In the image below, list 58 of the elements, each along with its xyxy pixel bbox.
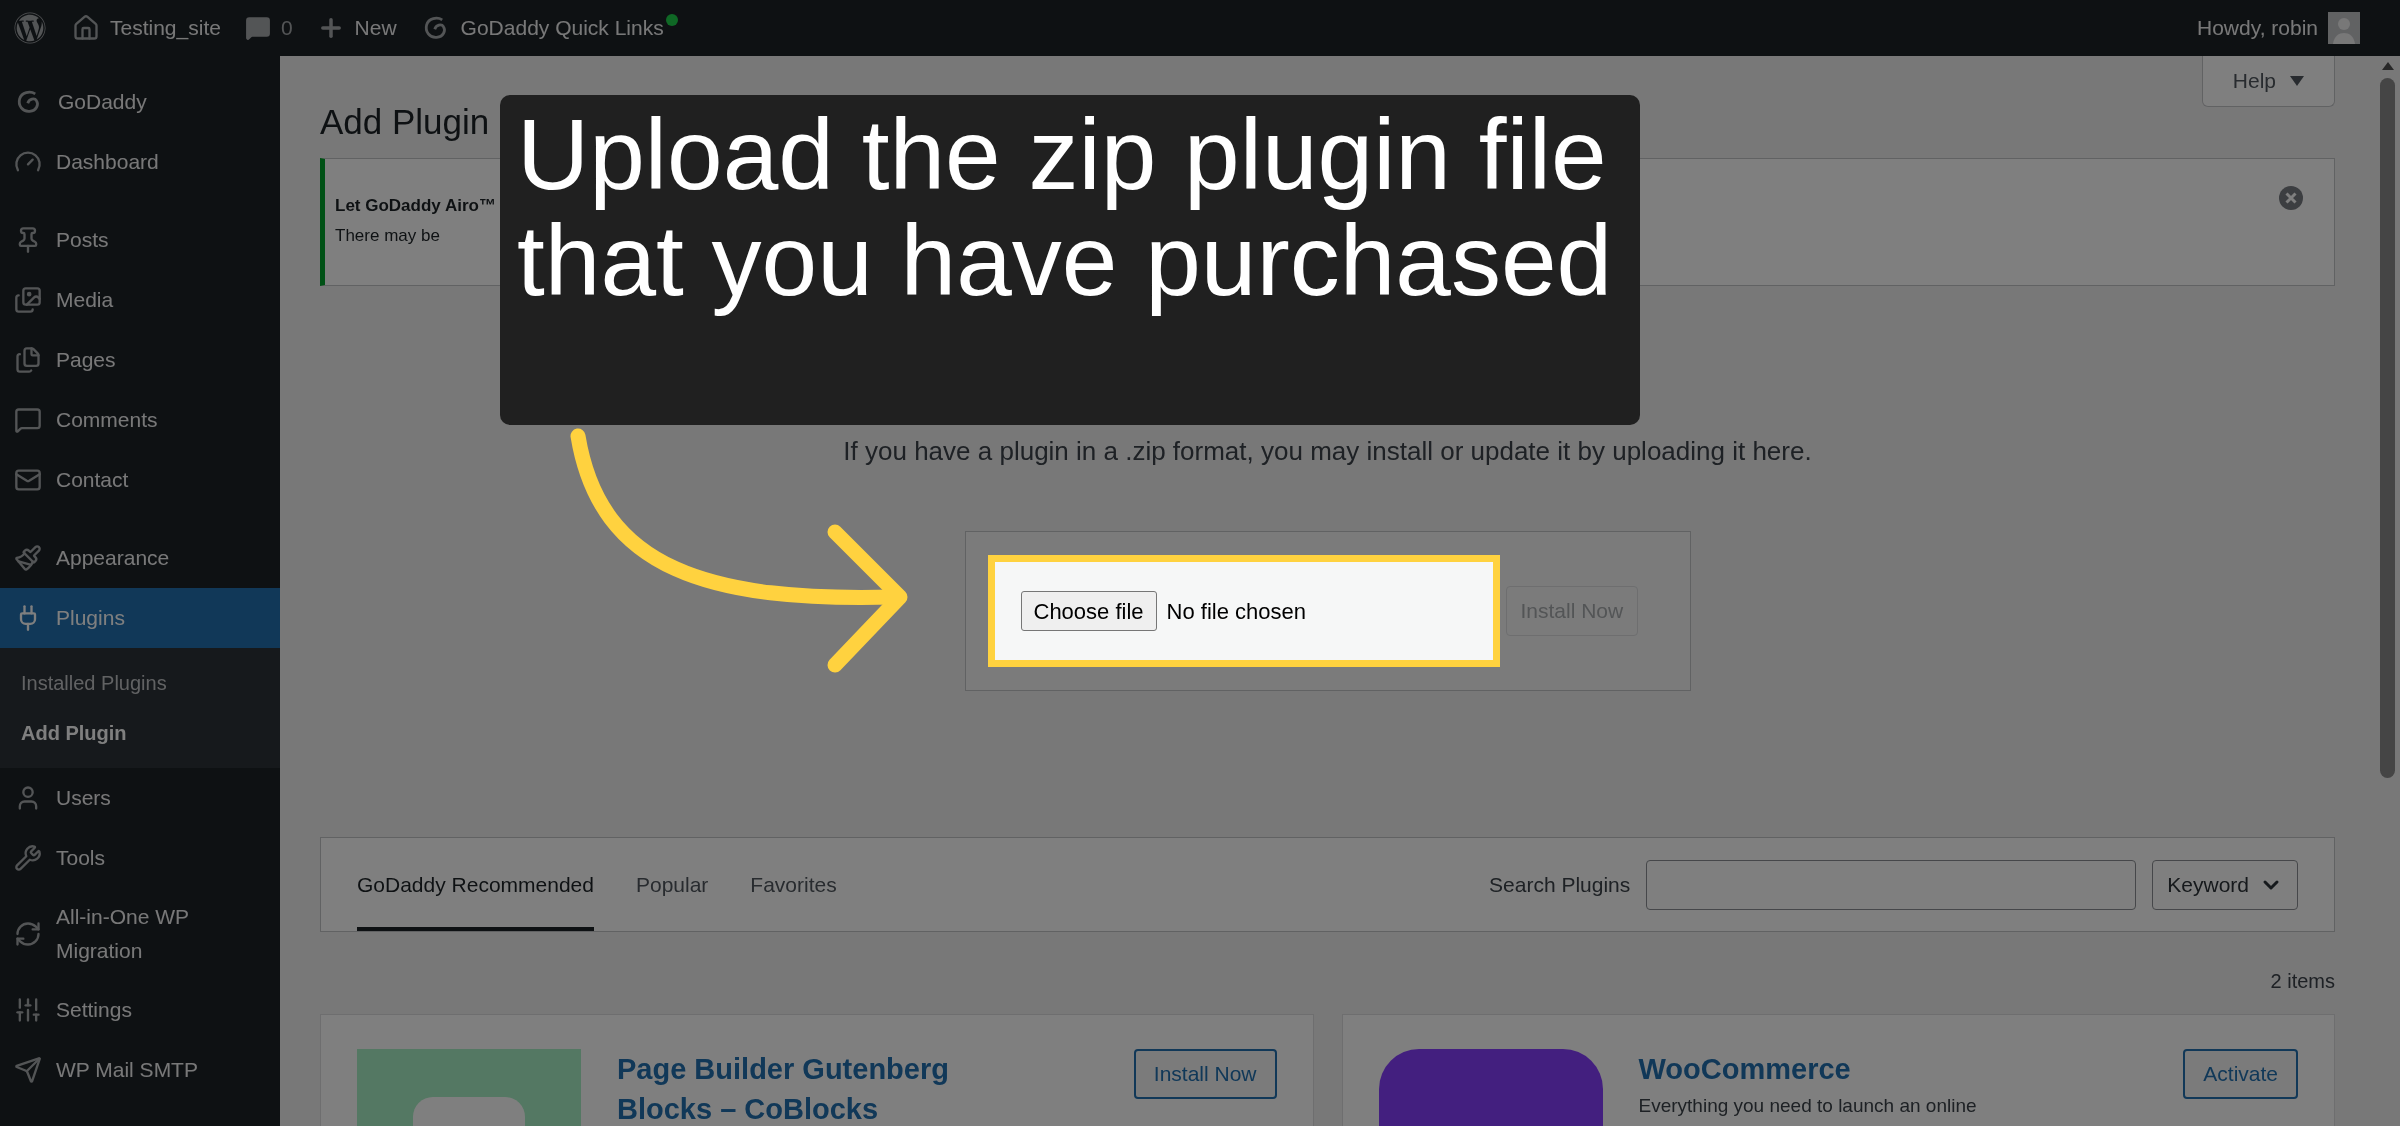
caret-icon [2290,76,2304,86]
speech-bubble-icon [244,15,271,41]
menu-item[interactable]: WP Mail SMTP [0,1040,280,1100]
search-label: Search Plugins [1489,871,1631,898]
menu-item[interactable]: Settings [0,980,280,1040]
menu-item[interactable]: All-in-One WP Migration [0,888,280,980]
tab[interactable]: Favorites [750,838,837,931]
plugin-logo-icon [1378,1049,1603,1126]
page-title: Add Plugin [320,100,490,143]
submenu-item[interactable]: Installed Plugins [0,658,280,708]
file-status: No file chosen [1166,597,1306,626]
menu-item[interactable]: Comments [0,390,280,450]
avatar-icon [2328,12,2360,44]
plugin-action-button[interactable]: Install Now [1133,1049,1277,1099]
menu-item[interactable]: Users [0,768,280,828]
tab[interactable]: GoDaddy Recommended [357,838,594,931]
plugin-action-button[interactable]: Activate [2183,1049,2298,1099]
scroll-up-icon[interactable] [2381,62,2394,70]
house-icon [72,14,100,42]
refresh-icon [14,920,42,948]
images-icon [14,286,42,314]
logo-icon [14,12,46,44]
menu-item[interactable]: GoDaddy [0,72,280,132]
plugin-name[interactable]: WooCommerce [1638,1049,1999,1089]
quick-links-link[interactable]: GoDaddy Quick Links [408,0,690,56]
close-icon[interactable] [2278,185,2304,211]
account-link[interactable]: Howdy, robin [2197,12,2360,44]
speech-bubble-icon [14,406,42,434]
pages-icon [14,346,42,374]
menu-item[interactable]: Tools [0,828,280,888]
menu-item[interactable]: Posts [0,210,280,270]
help-button[interactable]: Help [2201,56,2335,107]
upload-description: If you have a plugin in a .zip format, you may install or update it by uploading it here. [842,435,1813,468]
plugin-name[interactable]: Page Builder Gutenberg Blocks – CoBlocks [617,1049,977,1126]
wrench-icon [14,844,42,872]
tab[interactable]: Popular [635,838,709,931]
item-count: 2 items [2270,969,2335,994]
plugin-description: Everything you need to launch an online [1638,1095,1978,1117]
choose-file-button[interactable]: Choose file [1020,591,1157,631]
search-type-select[interactable]: Keyword [2152,859,2298,910]
paintbrush-icon [14,544,42,572]
menu-item[interactable]: Plugins [0,588,280,648]
menu-item[interactable]: Media [0,270,280,330]
menu-item[interactable]: Dashboard [0,132,280,192]
submenu-item[interactable]: Add Plugin [0,708,280,758]
menu-item[interactable]: Appearance [0,528,280,588]
notice-title: Let GoDaddy Airo™ [335,195,496,217]
comments-link[interactable]: 0 [232,0,305,56]
file-input[interactable]: Choose file No file chosen [1020,591,1306,631]
sliders-icon [14,996,42,1024]
new-link[interactable]: New [304,0,409,56]
menu-item[interactable]: Contact [0,450,280,510]
send-icon [14,1056,42,1084]
scroll-thumb[interactable] [2380,78,2395,778]
notice-text: There may be [335,224,441,247]
search-field[interactable] [1646,859,2137,910]
site-link[interactable]: Testing_site [60,0,233,56]
menu-item[interactable]: Pages [0,330,280,390]
